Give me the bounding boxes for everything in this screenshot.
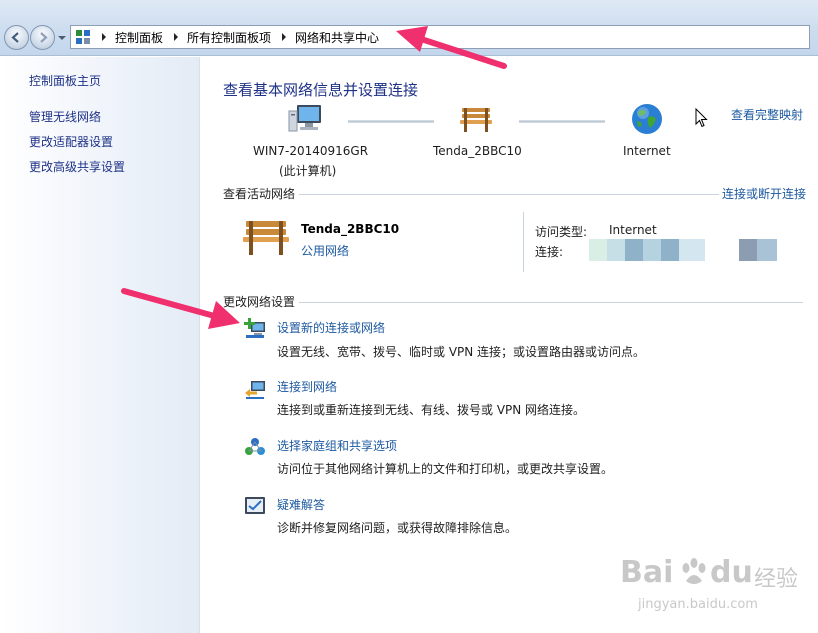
- connector-line: [348, 120, 434, 123]
- main-content: 查看基本网络信息并设置连接 查看完整映射 WIN7-20140916GR (此计…: [201, 57, 818, 633]
- globe-icon[interactable]: [631, 103, 663, 135]
- new-connection-icon[interactable]: [243, 316, 267, 340]
- change-settings-heading: 更改网络设置: [223, 293, 300, 310]
- chevron-right-icon[interactable]: [171, 32, 181, 42]
- watermark-brand-2: du: [710, 555, 753, 590]
- troubleshoot-link[interactable]: 疑难解答: [277, 496, 325, 513]
- bench-icon[interactable]: [459, 105, 493, 135]
- view-full-map-link[interactable]: 查看完整映射: [731, 106, 803, 123]
- computer-icon[interactable]: [287, 103, 323, 135]
- sidebar-item-advanced-sharing[interactable]: 更改高级共享设置: [29, 158, 125, 175]
- forward-button[interactable]: [30, 25, 55, 50]
- node-internet-name: Internet: [623, 144, 671, 158]
- homegroup-icon[interactable]: [243, 435, 267, 459]
- sidebar-item-adapter-settings[interactable]: 更改适配器设置: [29, 133, 113, 150]
- setup-new-connection-link[interactable]: 设置新的连接或网络: [277, 319, 385, 336]
- troubleshoot-desc: 诊断并修复网络问题，或获得故障排除信息。: [277, 521, 518, 535]
- connect-network-icon[interactable]: [243, 377, 267, 401]
- address-toolbar: 控制面板 所有控制面板项 网络和共享中心: [0, 0, 818, 56]
- page-title: 查看基本网络信息并设置连接: [223, 81, 419, 99]
- section-divider: [223, 302, 803, 303]
- troubleshoot-icon[interactable]: [243, 494, 267, 518]
- watermark-site: jingyan.baidu.com: [638, 597, 758, 612]
- breadcrumb-control-panel[interactable]: 控制面板: [115, 29, 163, 46]
- arrow-left-icon: [11, 32, 19, 43]
- paw-logo-icon: [682, 558, 706, 584]
- homegroup-sharing-desc: 访问位于其他网络计算机上的文件和打印机，或更改共享设置。: [277, 462, 614, 476]
- node-computer-name: WIN7-20140916GR: [253, 144, 369, 158]
- public-network-bench-icon[interactable]: [241, 217, 291, 257]
- vertical-divider: [523, 212, 524, 272]
- watermark-brand-cn: 经验: [754, 567, 799, 592]
- address-bar[interactable]: 控制面板 所有控制面板项 网络和共享中心: [70, 25, 810, 49]
- chevron-right-icon[interactable]: [99, 32, 109, 42]
- access-type-label: 访问类型:: [535, 225, 588, 239]
- connector-line: [519, 120, 605, 123]
- back-button[interactable]: [4, 25, 29, 50]
- setup-new-connection-desc: 设置无线、宽带、拨号、临时或 VPN 连接；或设置路由器或访问点。: [277, 345, 646, 359]
- connect-disconnect-link[interactable]: 连接或断开连接: [719, 185, 807, 202]
- breadcrumb-network-center[interactable]: 网络和共享中心: [295, 29, 379, 46]
- breadcrumb-all-items[interactable]: 所有控制面板项: [187, 29, 271, 46]
- connection-label: 连接:: [535, 245, 564, 259]
- chevron-right-icon[interactable]: [279, 32, 289, 42]
- section-divider: [223, 194, 803, 195]
- sidebar: 控制面板主页 管理无线网络 更改适配器设置 更改高级共享设置: [0, 57, 200, 633]
- connect-to-network-desc: 连接到或重新连接到无线、有线、拨号或 VPN 网络连接。: [277, 403, 586, 417]
- active-network-name: Tenda_2BBC10: [301, 222, 400, 236]
- node-computer-sub: (此计算机): [279, 164, 337, 178]
- active-network-heading: 查看活动网络: [223, 185, 300, 202]
- homegroup-sharing-link[interactable]: 选择家庭组和共享选项: [277, 437, 397, 454]
- arrow-right-icon: [40, 32, 48, 43]
- node-router-name: Tenda_2BBC10: [433, 144, 522, 158]
- network-type-link[interactable]: 公用网络: [301, 242, 349, 259]
- access-type-value: Internet: [609, 223, 657, 237]
- baidu-watermark: Bai du 经验 jingyan.baidu.com: [620, 553, 810, 623]
- watermark-brand: Bai: [620, 555, 674, 590]
- sidebar-item-manage-wireless[interactable]: 管理无线网络: [29, 108, 101, 125]
- sidebar-item-control-panel-home[interactable]: 控制面板主页: [29, 72, 101, 89]
- history-dropdown-icon[interactable]: [58, 34, 66, 42]
- connect-to-network-link[interactable]: 连接到网络: [277, 378, 337, 395]
- control-panel-icon: [76, 30, 90, 44]
- mouse-cursor-icon: [695, 108, 708, 128]
- connection-value-redacted[interactable]: [589, 239, 781, 261]
